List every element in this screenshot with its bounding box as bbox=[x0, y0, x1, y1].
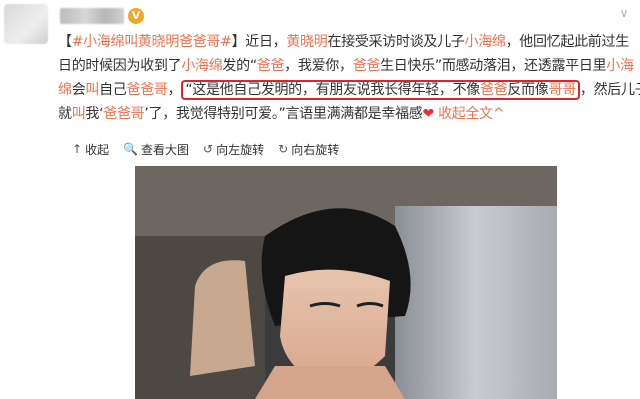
collapse-button[interactable]: ↑ 收起 bbox=[72, 141, 109, 158]
post-line: 绵会叫自己爸爸哥， “这是他自己发明的，有朋友说我长得年轻，不像爸爸反而像哥哥 ，然… bbox=[58, 78, 640, 102]
chevron-down-icon[interactable]: ∨ bbox=[615, 6, 633, 22]
post-text-segment: 发的“ bbox=[222, 58, 257, 74]
highlight-text[interactable]: 叫 bbox=[72, 106, 86, 122]
post-line: 日的时候因为收到了小海绵发的“爸爸，我爱你，爸爸生日快乐”而感动落泪，还透露平日… bbox=[58, 54, 638, 78]
post-text-segment: 会 bbox=[71, 82, 86, 98]
post-text-segment: ，然后儿子 bbox=[579, 82, 640, 98]
view-large-button[interactable]: 🔍 查看大图 bbox=[123, 141, 189, 158]
rotate-left-icon: ↺ bbox=[203, 142, 214, 156]
post-text-segment: ，他回忆起此前过生 bbox=[505, 34, 630, 50]
highlight-text[interactable]: 爸爸哥 bbox=[127, 82, 168, 98]
image-toolbar: ↑ 收起 🔍 查看大图 ↺ 向左旋转 ↻ 向右旋转 bbox=[72, 140, 339, 158]
post-text-segment: ，我爱你， bbox=[284, 58, 353, 74]
rotate-right-icon: ↻ bbox=[278, 142, 289, 156]
post-text-segment: 反而像 bbox=[507, 82, 549, 98]
highlight-text[interactable]: 黄晓明 bbox=[286, 34, 327, 50]
collapse-icon: ↑ bbox=[72, 142, 83, 156]
highlight-text[interactable]: 小海 bbox=[606, 58, 634, 74]
highlight-text[interactable]: 绵 bbox=[58, 82, 72, 98]
post-text-segment: 在接受采访时谈及儿子 bbox=[327, 34, 465, 50]
photo-image bbox=[135, 166, 557, 399]
heart-icon: ❤ bbox=[422, 106, 434, 122]
avatar[interactable] bbox=[4, 4, 48, 44]
highlight-text[interactable]: 爸爸哥 bbox=[103, 106, 144, 122]
post-text-segment: 【 bbox=[58, 34, 72, 50]
post-text-segment: ’了，我觉得特别可爱。”言语里满满都是幸福感 bbox=[144, 106, 423, 122]
username-blurred[interactable] bbox=[60, 8, 124, 24]
post-text-segment: 生日快乐”而感动落泪，还透露平日里 bbox=[380, 58, 607, 74]
rotate-left-button[interactable]: ↺ 向左旋转 bbox=[203, 141, 264, 158]
post-line: 就叫我‘爸爸哥’了，我觉得特别可爱。”言语里满满都是幸福感❤ 收起全文^ bbox=[58, 102, 638, 126]
toolbar-label: 收起 bbox=[85, 142, 110, 157]
post-text-segment: “这是他自己发明的，有朋友说我长得年轻，不像 bbox=[185, 82, 480, 98]
collapse-arrow-icon[interactable]: ^ bbox=[493, 106, 505, 122]
toolbar-label: 向左旋转 bbox=[216, 142, 265, 157]
post-text-segment: 自己 bbox=[99, 82, 127, 98]
highlight-text[interactable]: 爸爸 bbox=[353, 58, 381, 74]
post-text-segment: 】近日， bbox=[231, 34, 287, 50]
highlight-text[interactable]: 小海绵 bbox=[181, 58, 222, 74]
highlight-text[interactable]: 爸爸 bbox=[480, 82, 508, 98]
post-text-segment: 日的时候因为收到了 bbox=[58, 58, 182, 74]
post-text-segment: 就 bbox=[58, 106, 72, 122]
verified-icon: V bbox=[128, 8, 144, 24]
highlight-text[interactable]: 小海绵 bbox=[465, 34, 506, 50]
highlight-text[interactable]: 哥哥 bbox=[549, 82, 577, 98]
toolbar-label: 向右旋转 bbox=[291, 142, 340, 157]
post-text-segment: 我‘ bbox=[85, 106, 104, 122]
rotate-right-button[interactable]: ↻ 向右旋转 bbox=[278, 141, 339, 158]
toolbar-label: 查看大图 bbox=[141, 142, 190, 157]
post-text-segment: ， bbox=[167, 82, 182, 98]
post-photo[interactable] bbox=[135, 166, 557, 399]
highlight-text[interactable]: 爸爸 bbox=[257, 58, 285, 74]
view-large-icon: 🔍 bbox=[123, 142, 139, 156]
highlight-text[interactable]: 叫 bbox=[85, 82, 99, 98]
post-text: 【#小海绵叫黄晓明爸爸哥#】近日，黄晓明在接受采访时谈及儿子小海绵，他回忆起此前… bbox=[58, 30, 640, 126]
post-line: 【#小海绵叫黄晓明爸爸哥#】近日，黄晓明在接受采访时谈及儿子小海绵，他回忆起此前… bbox=[58, 30, 638, 54]
collapse-text-link[interactable]: 收起全文 bbox=[438, 106, 493, 122]
highlight-text[interactable]: #小海绵叫黄晓明爸爸哥# bbox=[72, 34, 232, 50]
highlight-box: “这是他自己发明的，有朋友说我长得年轻，不像爸爸反而像哥哥 bbox=[181, 80, 580, 100]
